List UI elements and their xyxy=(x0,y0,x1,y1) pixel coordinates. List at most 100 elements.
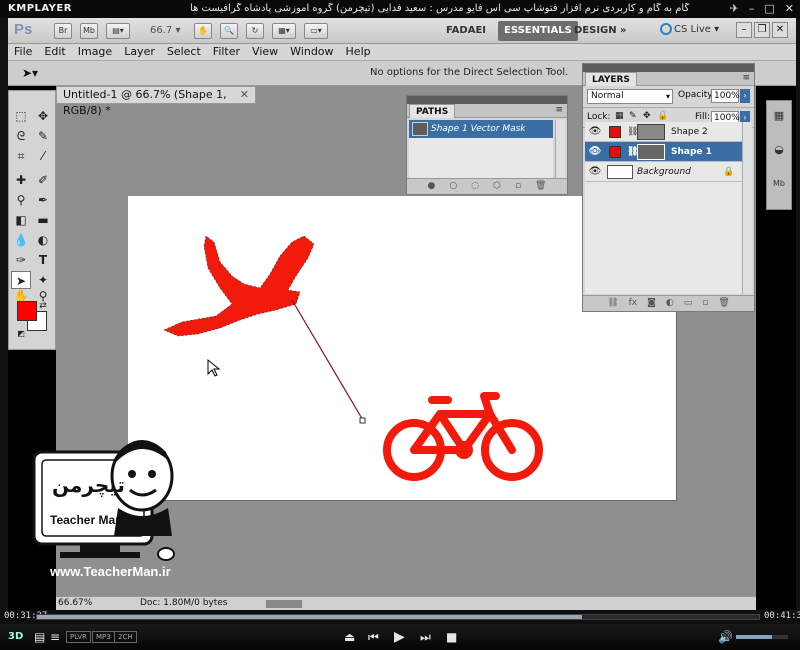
play-icon[interactable]: ▶ xyxy=(394,630,405,644)
close-document-icon[interactable]: ✕ xyxy=(240,87,249,103)
layer-fill-swatch[interactable] xyxy=(609,126,621,138)
screen-mode-button[interactable]: ▭▾ xyxy=(304,23,328,39)
new-layer-icon[interactable]: ▫ xyxy=(702,296,708,311)
document-tab[interactable]: Untitled-1 @ 66.7% (Shape 1, RGB/8) * ✕ xyxy=(56,86,256,117)
menu-help[interactable]: Help xyxy=(340,44,377,60)
playlist-icon[interactable]: ▤ xyxy=(34,630,45,644)
mini-bridge-button[interactable]: Mb xyxy=(80,23,98,39)
swatches-icon[interactable]: ▦ xyxy=(770,107,788,125)
default-colors-icon[interactable]: ◩ xyxy=(11,325,31,343)
layers-panel-header[interactable] xyxy=(583,64,754,72)
pin-icon[interactable]: ✈ xyxy=(730,2,739,15)
gradient-tool-icon[interactable]: ▬ xyxy=(33,211,53,229)
maximize-icon[interactable]: □ xyxy=(764,2,774,15)
visibility-eye-icon[interactable]: 👁 xyxy=(588,125,602,139)
menu-file[interactable]: File xyxy=(8,44,38,60)
vector-mask-thumbnail[interactable] xyxy=(637,124,665,140)
ps-minimize-icon[interactable]: – xyxy=(736,22,752,38)
healing-brush-tool-icon[interactable]: ✚ xyxy=(11,171,31,189)
3d-mode-icon[interactable]: 3D xyxy=(8,630,23,644)
layer-style-icon[interactable]: fx xyxy=(629,296,638,311)
paths-panel-menu-icon[interactable]: ≡ xyxy=(555,105,563,115)
adjustments-icon[interactable]: ◒ xyxy=(770,141,788,159)
move-tool-icon[interactable]: ✥ xyxy=(33,107,53,125)
menu-edit[interactable]: Edit xyxy=(38,44,71,60)
rotate-view-button[interactable]: ↻ xyxy=(246,23,264,39)
new-group-icon[interactable]: ▭ xyxy=(684,296,693,311)
lock-position-icon[interactable]: ✥ xyxy=(643,111,651,121)
layers-panel-menu-icon[interactable]: ≡ xyxy=(742,73,750,83)
mini-bridge-icon[interactable]: Mb xyxy=(770,175,788,193)
ps-restore-icon[interactable]: ❐ xyxy=(754,22,770,38)
menu-layer[interactable]: Layer xyxy=(118,44,161,60)
lock-all-icon[interactable]: 🔒 xyxy=(657,111,668,121)
foreground-color-swatch[interactable] xyxy=(17,301,37,321)
hand-tool-button[interactable]: ✋ xyxy=(194,23,212,39)
seek-bar[interactable] xyxy=(36,614,760,620)
add-mask-icon[interactable]: ◙ xyxy=(647,296,656,311)
lasso-tool-icon[interactable]: ᘓ xyxy=(11,127,31,145)
volume-slider[interactable] xyxy=(736,635,788,639)
brush-tool-icon[interactable]: ✐ xyxy=(33,171,53,189)
workspace-fadaei[interactable]: FADAEI xyxy=(440,21,492,41)
layer-row-background[interactable]: 👁 Background 🔒 xyxy=(585,162,742,182)
layers-tab[interactable]: LAYERS xyxy=(585,72,637,86)
bridge-button[interactable]: Br xyxy=(54,23,72,39)
vector-mask-thumbnail[interactable] xyxy=(637,144,665,160)
horizontal-scrollbar[interactable] xyxy=(266,600,302,608)
load-selection-icon[interactable]: ◌ xyxy=(471,179,479,194)
marquee-tool-icon[interactable]: ⬚ xyxy=(11,107,31,125)
layer-fill-swatch[interactable] xyxy=(609,146,621,158)
menu-window[interactable]: Window xyxy=(284,44,339,60)
quick-selection-tool-icon[interactable]: ✎ xyxy=(33,127,53,145)
new-path-icon[interactable]: ▫ xyxy=(515,179,521,194)
menu-image[interactable]: Image xyxy=(72,44,118,60)
lock-transparency-icon[interactable]: ▦ xyxy=(615,111,624,121)
paths-tab[interactable]: PATHS xyxy=(409,104,456,118)
workspace-essentials[interactable]: ESSENTIALS xyxy=(498,21,578,41)
stop-icon[interactable]: ■ xyxy=(446,630,457,644)
clone-stamp-tool-icon[interactable]: ⚲ xyxy=(11,191,31,209)
adjustment-layer-icon[interactable]: ◐ xyxy=(666,296,674,311)
blend-mode-select[interactable]: Normal ▾ xyxy=(587,89,673,104)
eraser-tool-icon[interactable]: ◧ xyxy=(11,211,31,229)
delete-layer-icon[interactable]: 🗑 xyxy=(718,296,729,311)
zoom-level-field[interactable]: 66.7 ▾ xyxy=(144,22,188,40)
equalizer-icon[interactable]: ≡ xyxy=(50,630,60,644)
paths-panel-header[interactable] xyxy=(407,96,567,104)
link-layers-icon[interactable]: ⛓ xyxy=(607,296,618,311)
pen-tool-icon[interactable]: ✑ xyxy=(11,251,31,269)
visibility-eye-icon[interactable]: 👁 xyxy=(588,145,602,159)
menu-select[interactable]: Select xyxy=(161,44,207,60)
fill-path-icon[interactable]: ● xyxy=(428,179,436,194)
stroke-path-icon[interactable]: ○ xyxy=(449,179,457,194)
paths-scrollbar[interactable] xyxy=(555,120,565,178)
layer-row-shape-1[interactable]: 👁 ⛓ Shape 1 xyxy=(585,142,742,162)
minimize-icon[interactable]: – xyxy=(749,2,755,15)
type-tool-icon[interactable]: T xyxy=(33,251,53,269)
eject-icon[interactable]: ⏏ xyxy=(344,630,355,644)
layer-row-shape-2[interactable]: 👁 ⛓ Shape 2 xyxy=(585,122,742,142)
layers-scrollbar[interactable] xyxy=(742,122,752,294)
opacity-slider-toggle-icon[interactable]: › xyxy=(740,89,750,103)
opacity-field[interactable]: 100% xyxy=(711,89,740,103)
previous-icon[interactable]: ⏮ xyxy=(368,630,379,644)
more-workspaces-icon[interactable]: » xyxy=(614,21,632,41)
ps-close-icon[interactable]: ✕ xyxy=(772,22,788,38)
make-work-path-icon[interactable]: ⬡ xyxy=(493,179,501,194)
eyedropper-tool-icon[interactable]: ⁄ xyxy=(33,147,53,165)
lock-pixels-icon[interactable]: ✎ xyxy=(629,111,637,121)
crop-tool-icon[interactable]: ⌗ xyxy=(11,147,31,165)
close-icon[interactable]: ✕ xyxy=(785,2,794,15)
menu-filter[interactable]: Filter xyxy=(207,44,246,60)
menu-view[interactable]: View xyxy=(246,44,284,60)
zoom-tool-button[interactable]: 🔍 xyxy=(220,23,238,39)
path-item[interactable]: Shape 1 Vector Mask xyxy=(409,120,553,138)
cs-live-button[interactable]: CS Live ▾ xyxy=(660,23,719,35)
dodge-tool-icon[interactable]: ◐ xyxy=(33,231,53,249)
next-icon[interactable]: ⏭ xyxy=(420,630,431,644)
extras-button[interactable]: ▤▾ xyxy=(106,23,130,39)
visibility-eye-icon[interactable]: 👁 xyxy=(588,165,602,179)
arrange-documents-button[interactable]: ▦▾ xyxy=(272,23,296,39)
history-brush-tool-icon[interactable]: ✒ xyxy=(33,191,53,209)
